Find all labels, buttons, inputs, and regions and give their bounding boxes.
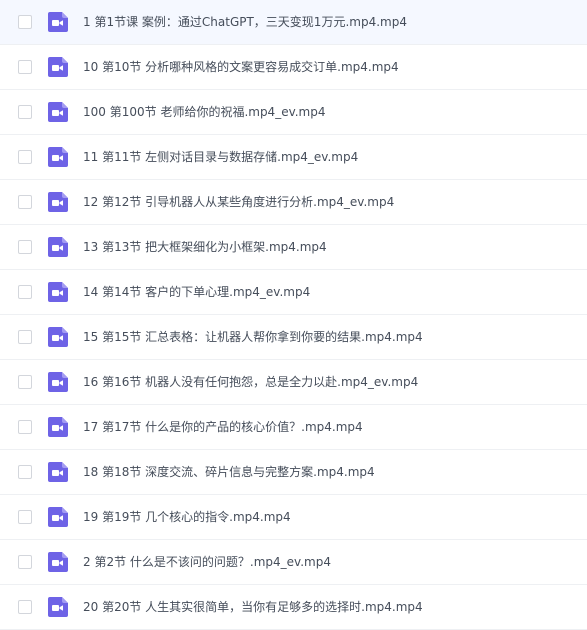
row-checkbox[interactable] <box>18 60 32 74</box>
video-file-icon <box>47 371 69 393</box>
file-name[interactable]: 13 第13节 把大框架细化为小框架.mp4.mp4 <box>83 239 579 255</box>
row-checkbox[interactable] <box>18 15 32 29</box>
file-name[interactable]: 10 第10节 分析哪种风格的文案更容易成交订单.mp4.mp4 <box>83 59 579 75</box>
row-checkbox[interactable] <box>18 105 32 119</box>
file-name[interactable]: 11 第11节 左侧对话目录与数据存储.mp4_ev.mp4 <box>83 149 579 165</box>
file-name[interactable]: 14 第14节 客户的下单心理.mp4_ev.mp4 <box>83 284 579 300</box>
file-name[interactable]: 17 第17节 什么是你的产品的核心价值？.mp4.mp4 <box>83 419 579 435</box>
video-file-icon <box>47 461 69 483</box>
row-checkbox[interactable] <box>18 420 32 434</box>
video-file-icon <box>47 326 69 348</box>
file-row[interactable]: 18 第18节 深度交流、碎片信息与完整方案.mp4.mp4 <box>0 450 587 495</box>
file-row[interactable]: 16 第16节 机器人没有任何抱怨，总是全力以赴.mp4_ev.mp4 <box>0 360 587 405</box>
video-file-icon <box>47 101 69 123</box>
video-file-icon <box>47 551 69 573</box>
file-row[interactable]: 17 第17节 什么是你的产品的核心价值？.mp4.mp4 <box>0 405 587 450</box>
file-name[interactable]: 19 第19节 几个核心的指令.mp4.mp4 <box>83 509 579 525</box>
file-row[interactable]: 19 第19节 几个核心的指令.mp4.mp4 <box>0 495 587 540</box>
file-name[interactable]: 1 第1节课 案例：通过ChatGPT，三天变现1万元.mp4.mp4 <box>83 14 579 30</box>
file-name[interactable]: 20 第20节 人生其实很简单，当你有足够多的选择时.mp4.mp4 <box>83 599 579 615</box>
video-file-icon <box>47 56 69 78</box>
file-name[interactable]: 15 第15节 汇总表格：让机器人帮你拿到你要的结果.mp4.mp4 <box>83 329 579 345</box>
row-checkbox[interactable] <box>18 375 32 389</box>
video-file-icon <box>47 191 69 213</box>
row-checkbox[interactable] <box>18 330 32 344</box>
file-list: 1 第1节课 案例：通过ChatGPT，三天变现1万元.mp4.mp4 10 第1… <box>0 0 587 630</box>
file-row[interactable]: 2 第2节 什么是不该问的问题？.mp4_ev.mp4 <box>0 540 587 585</box>
file-row[interactable]: 12 第12节 引导机器人从某些角度进行分析.mp4_ev.mp4 <box>0 180 587 225</box>
file-name[interactable]: 2 第2节 什么是不该问的问题？.mp4_ev.mp4 <box>83 554 579 570</box>
video-file-icon <box>47 596 69 618</box>
video-file-icon <box>47 506 69 528</box>
file-row[interactable]: 1 第1节课 案例：通过ChatGPT，三天变现1万元.mp4.mp4 <box>0 0 587 45</box>
video-file-icon <box>47 146 69 168</box>
row-checkbox[interactable] <box>18 150 32 164</box>
video-file-icon <box>47 236 69 258</box>
video-file-icon <box>47 281 69 303</box>
file-row[interactable]: 15 第15节 汇总表格：让机器人帮你拿到你要的结果.mp4.mp4 <box>0 315 587 360</box>
file-row[interactable]: 14 第14节 客户的下单心理.mp4_ev.mp4 <box>0 270 587 315</box>
row-checkbox[interactable] <box>18 240 32 254</box>
video-file-icon <box>47 11 69 33</box>
row-checkbox[interactable] <box>18 510 32 524</box>
file-row[interactable]: 11 第11节 左侧对话目录与数据存储.mp4_ev.mp4 <box>0 135 587 180</box>
file-name[interactable]: 12 第12节 引导机器人从某些角度进行分析.mp4_ev.mp4 <box>83 194 579 210</box>
file-row[interactable]: 20 第20节 人生其实很简单，当你有足够多的选择时.mp4.mp4 <box>0 585 587 630</box>
row-checkbox[interactable] <box>18 600 32 614</box>
file-name[interactable]: 16 第16节 机器人没有任何抱怨，总是全力以赴.mp4_ev.mp4 <box>83 374 579 390</box>
file-row[interactable]: 13 第13节 把大框架细化为小框架.mp4.mp4 <box>0 225 587 270</box>
row-checkbox[interactable] <box>18 285 32 299</box>
file-row[interactable]: 100 第100节 老师给你的祝福.mp4_ev.mp4 <box>0 90 587 135</box>
file-name[interactable]: 18 第18节 深度交流、碎片信息与完整方案.mp4.mp4 <box>83 464 579 480</box>
row-checkbox[interactable] <box>18 195 32 209</box>
row-checkbox[interactable] <box>18 465 32 479</box>
file-name[interactable]: 100 第100节 老师给你的祝福.mp4_ev.mp4 <box>83 104 579 120</box>
row-checkbox[interactable] <box>18 555 32 569</box>
video-file-icon <box>47 416 69 438</box>
file-row[interactable]: 10 第10节 分析哪种风格的文案更容易成交订单.mp4.mp4 <box>0 45 587 90</box>
